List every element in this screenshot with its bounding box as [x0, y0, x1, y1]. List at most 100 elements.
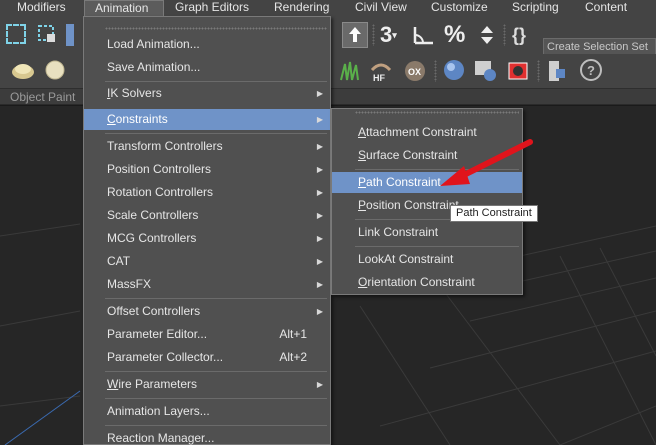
menu-item-mnemonic: W — [107, 377, 119, 391]
menu-item-lookat-constraint[interactable]: LookAt Constraint — [332, 249, 522, 270]
menu-separator — [105, 425, 327, 426]
svg-text:OX: OX — [408, 67, 421, 77]
svg-text:HF: HF — [373, 73, 385, 83]
menu-item-label: osition Constraint — [366, 198, 459, 212]
animation-menu: Load Animation... Save Animation... IK S… — [83, 16, 331, 445]
sphere-white-icon[interactable] — [44, 59, 66, 81]
menu-item-orientation-constraint[interactable]: Orientation Constraint — [332, 272, 522, 293]
submenu-arrow-icon: ▶ — [316, 115, 323, 124]
menu-item-label: ire Parameters — [118, 377, 198, 391]
submenu-arrow-icon: ▶ — [316, 89, 323, 98]
menu-tearoff-handle[interactable] — [105, 27, 327, 30]
menu-customize[interactable]: Customize — [431, 0, 488, 16]
menu-separator — [105, 371, 327, 372]
menu-item-save-animation[interactable]: Save Animation... — [84, 57, 330, 78]
ribbon-object-paint-tab[interactable]: Object Paint — [10, 90, 75, 104]
menu-separator — [105, 133, 327, 134]
submenu-arrow-icon: ▶ — [316, 280, 323, 289]
menu-item-label: Link Constraint — [358, 225, 439, 239]
menu-item-ik-solvers[interactable]: IK Solvers ▶ — [84, 83, 330, 104]
menu-separator — [105, 298, 327, 299]
select-manipulate-icon[interactable] — [342, 22, 368, 48]
tooltip: Path Constraint — [450, 205, 538, 222]
menu-item-parameter-editor[interactable]: Parameter Editor... Alt+1 — [84, 324, 330, 345]
menu-item-reaction-manager[interactable]: Reaction Manager... — [84, 428, 330, 445]
spinner-snap-icon[interactable] — [476, 23, 498, 47]
menu-separator — [105, 81, 327, 82]
menu-item-label: Load Animation... — [107, 37, 200, 51]
menu-tearoff-handle[interactable] — [355, 111, 519, 114]
svg-text:?: ? — [587, 63, 595, 78]
menu-item-offset-controllers[interactable]: Offset Controllers ▶ — [84, 301, 330, 322]
menu-item-mcg-controllers[interactable]: MCG Controllers ▶ — [84, 228, 330, 249]
material-editor-icon[interactable] — [442, 58, 466, 82]
menu-item-label: Animation Layers... — [107, 404, 210, 418]
edit-named-selection-icon[interactable]: {} — [512, 23, 538, 47]
snaps-toggle-icon[interactable]: 3▾ — [380, 21, 404, 49]
submenu-arrow-icon: ▶ — [316, 165, 323, 174]
menu-item-parameter-collector[interactable]: Parameter Collector... Alt+2 — [84, 347, 330, 368]
menu-item-load-animation[interactable]: Load Animation... — [84, 34, 330, 55]
angle-snap-icon[interactable] — [411, 23, 437, 47]
menu-graph-editors[interactable]: Graph Editors — [175, 0, 249, 16]
help-icon[interactable]: ? — [579, 58, 603, 82]
menu-content[interactable]: Content — [585, 0, 627, 16]
menu-item-mnemonic: A — [358, 125, 367, 139]
menu-item-link-constraint[interactable]: Link Constraint — [332, 222, 522, 243]
menu-separator — [355, 246, 519, 247]
select-region-icon[interactable] — [6, 24, 26, 44]
grass-icon[interactable] — [338, 58, 362, 82]
menu-item-label: MCG Controllers — [107, 231, 197, 245]
menu-item-label: K Solvers — [110, 86, 162, 100]
menu-item-label: Offset Controllers — [107, 304, 201, 318]
render-setup-icon[interactable] — [473, 58, 499, 84]
render-frame-icon[interactable] — [506, 58, 532, 84]
menu-animation[interactable]: Animation — [84, 0, 164, 16]
menu-item-constraints[interactable]: Constraints ▶ — [84, 109, 330, 130]
menu-item-mnemonic: P — [358, 175, 367, 189]
menu-item-label: Save Animation... — [107, 60, 201, 74]
scene-explorer-icon[interactable] — [546, 59, 568, 83]
menu-item-wire-parameters[interactable]: Wire Parameters ▶ — [84, 374, 330, 395]
menu-item-mnemonic: S — [358, 148, 367, 162]
menu-bar: Modifiers Animation Graph Editors Render… — [0, 0, 656, 16]
menu-item-label: Parameter Editor... — [107, 327, 208, 341]
menu-item-label: Reaction Manager... — [107, 431, 215, 445]
percent-snap-icon[interactable]: % — [444, 21, 470, 49]
menu-rendering[interactable]: Rendering — [274, 0, 329, 16]
menu-item-label: rientation Constraint — [367, 275, 475, 289]
select-move-icon[interactable] — [66, 24, 74, 46]
menu-item-position-controllers[interactable]: Position Controllers ▶ — [84, 159, 330, 180]
sphere-light-icon[interactable] — [10, 60, 36, 80]
annotation-arrow-icon — [440, 139, 533, 186]
menu-item-scale-controllers[interactable]: Scale Controllers ▶ — [84, 205, 330, 226]
menu-civil-view[interactable]: Civil View — [355, 0, 407, 16]
menu-item-mnemonic: C — [107, 112, 116, 126]
submenu-arrow-icon: ▶ — [316, 257, 323, 266]
submenu-arrow-icon: ▶ — [316, 211, 323, 220]
menu-modifiers[interactable]: Modifiers — [17, 0, 66, 16]
menu-item-label: Parameter Collector... — [107, 350, 224, 364]
menu-item-label: Rotation Controllers — [107, 185, 214, 199]
menu-item-label: MassFX — [107, 277, 152, 291]
menu-item-label: Transform Controllers — [107, 139, 223, 153]
hair-fur-icon[interactable]: HF — [368, 58, 394, 84]
menu-item-label: Position Controllers — [107, 162, 212, 176]
menu-item-label: LookAt Constraint — [358, 252, 454, 266]
menu-item-mnemonic: P — [358, 198, 367, 212]
ox-modifier-icon[interactable]: OX — [402, 58, 428, 84]
submenu-arrow-icon: ▶ — [316, 380, 323, 389]
menu-item-mnemonic: O — [358, 275, 368, 289]
menu-item-cat[interactable]: CAT ▶ — [84, 251, 330, 272]
menu-item-shortcut: Alt+2 — [279, 350, 307, 364]
window-crossing-icon[interactable] — [37, 24, 59, 46]
menu-item-rotation-controllers[interactable]: Rotation Controllers ▶ — [84, 182, 330, 203]
menu-separator — [105, 398, 327, 399]
menu-item-animation-layers[interactable]: Animation Layers... — [84, 401, 330, 422]
submenu-arrow-icon: ▶ — [316, 188, 323, 197]
snap-dimension-label: 3 — [380, 22, 393, 47]
menu-scripting[interactable]: Scripting — [512, 0, 559, 16]
menu-item-transform-controllers[interactable]: Transform Controllers ▶ — [84, 136, 330, 157]
menu-item-label: CAT — [107, 254, 131, 268]
menu-item-massfx[interactable]: MassFX ▶ — [84, 274, 330, 295]
